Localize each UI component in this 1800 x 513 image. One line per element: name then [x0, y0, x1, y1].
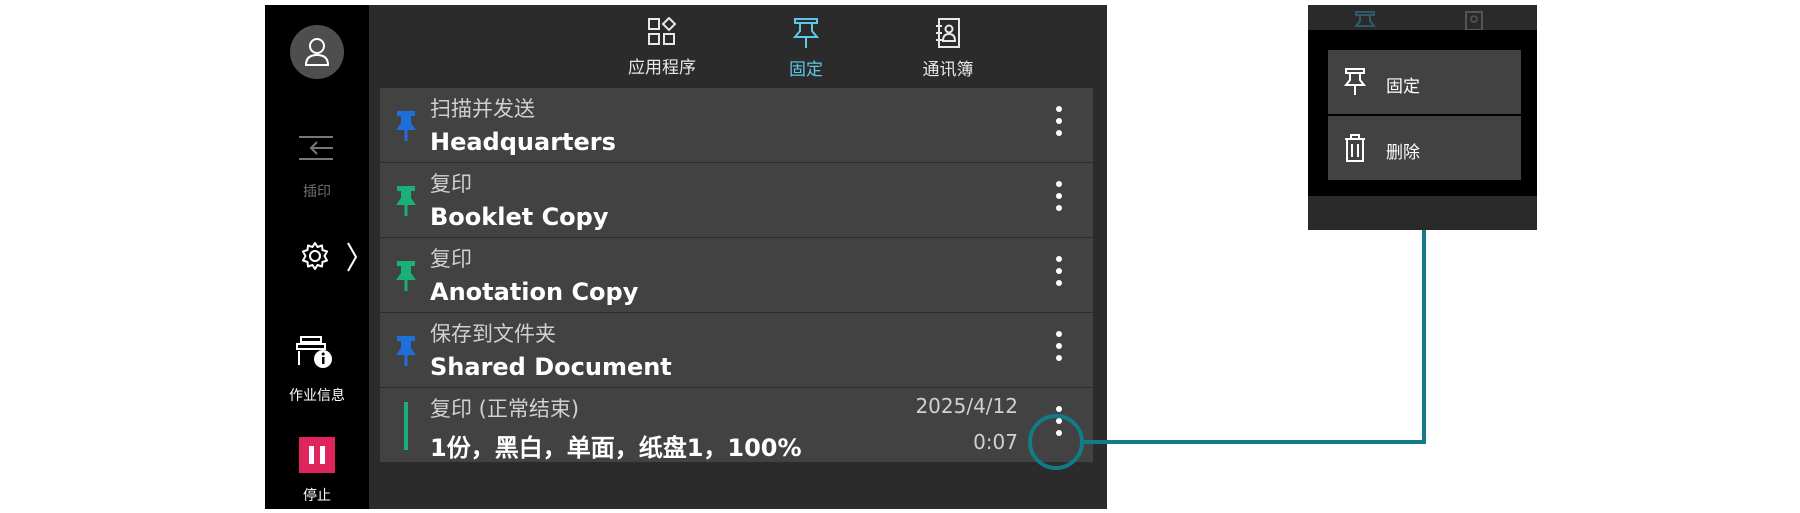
- pin-icon: [396, 111, 416, 141]
- item-name: Booklet Copy: [430, 203, 609, 231]
- pause-icon: [309, 446, 314, 464]
- gear-icon[interactable]: [300, 241, 330, 271]
- list-item[interactable]: 扫描并发送 Headquarters: [380, 88, 1093, 162]
- tab-apps[interactable]: 应用程序: [607, 17, 717, 78]
- item-name: Headquarters: [430, 128, 616, 156]
- history-detail: 1份，黑白，单面，纸盘1，100%: [430, 434, 802, 462]
- job-info-label: 作业信息: [289, 388, 345, 404]
- pin-icon: [396, 186, 416, 216]
- tab-pinned[interactable]: 固定: [751, 17, 861, 80]
- user-avatar-button[interactable]: [290, 25, 344, 79]
- tab-pinned-label: 固定: [789, 60, 823, 80]
- tab-address-book-label: 通讯簿: [922, 60, 974, 80]
- more-options-icon[interactable]: [1055, 256, 1063, 296]
- list-item[interactable]: 复印 Anotation Copy: [380, 238, 1093, 312]
- menu-item-pin[interactable]: 固定: [1328, 50, 1521, 114]
- more-options-icon[interactable]: [1055, 406, 1063, 446]
- history-date: 2025/4/12: [915, 394, 1018, 418]
- pin-icon: [1354, 11, 1376, 27]
- item-name: Shared Document: [430, 353, 672, 381]
- more-options-icon[interactable]: [1055, 181, 1063, 221]
- job-info-icon[interactable]: [295, 335, 335, 371]
- pin-icon: [396, 336, 416, 366]
- pin-icon: [396, 261, 416, 291]
- history-time: 0:07: [973, 430, 1018, 454]
- address-book-icon: [936, 18, 960, 48]
- apps-grid-icon: [648, 17, 677, 45]
- tab-address-book[interactable]: 通讯簿: [893, 17, 1003, 80]
- stop-button[interactable]: [299, 437, 335, 473]
- menu-item-pin-label: 固定: [1386, 77, 1420, 97]
- insert-icon: [299, 136, 333, 160]
- item-category: 扫描并发送: [430, 97, 535, 121]
- device-panel: 插印 作业信息 停止 应用程序 固定 通讯簿 扫描并发送 Headquarter…: [265, 5, 1107, 509]
- sidebar: 插印 作业信息 停止: [265, 5, 369, 509]
- insert-label: 插印: [303, 184, 331, 200]
- menu-item-delete[interactable]: 删除: [1328, 116, 1521, 180]
- status-indicator: [404, 402, 408, 450]
- more-options-icon[interactable]: [1055, 106, 1063, 146]
- address-book-icon: [1465, 11, 1483, 31]
- menu-item-delete-label: 删除: [1386, 143, 1420, 163]
- pin-icon: [792, 18, 820, 48]
- chevron-right-icon[interactable]: [345, 241, 359, 273]
- item-name: Anotation Copy: [430, 278, 639, 306]
- item-category: 复印: [430, 247, 472, 271]
- list-item[interactable]: 保存到文件夹 Shared Document: [380, 313, 1093, 387]
- item-category: 复印: [430, 172, 472, 196]
- trash-icon: [1345, 134, 1365, 162]
- history-item[interactable]: 复印 (正常结束) 1份，黑白，单面，纸盘1，100% 2025/4/12 0:…: [380, 388, 1093, 462]
- pin-icon: [1344, 68, 1366, 95]
- user-icon: [304, 38, 330, 66]
- stop-label: 停止: [303, 488, 331, 504]
- popup-preview: 固定 删除: [1308, 5, 1537, 230]
- history-category: 复印 (正常结束): [430, 397, 580, 421]
- tab-apps-label: 应用程序: [628, 58, 696, 78]
- list-item[interactable]: 复印 Booklet Copy: [380, 163, 1093, 237]
- item-category: 保存到文件夹: [430, 322, 556, 346]
- context-menu: 固定 删除: [1308, 30, 1537, 196]
- more-options-icon[interactable]: [1055, 331, 1063, 371]
